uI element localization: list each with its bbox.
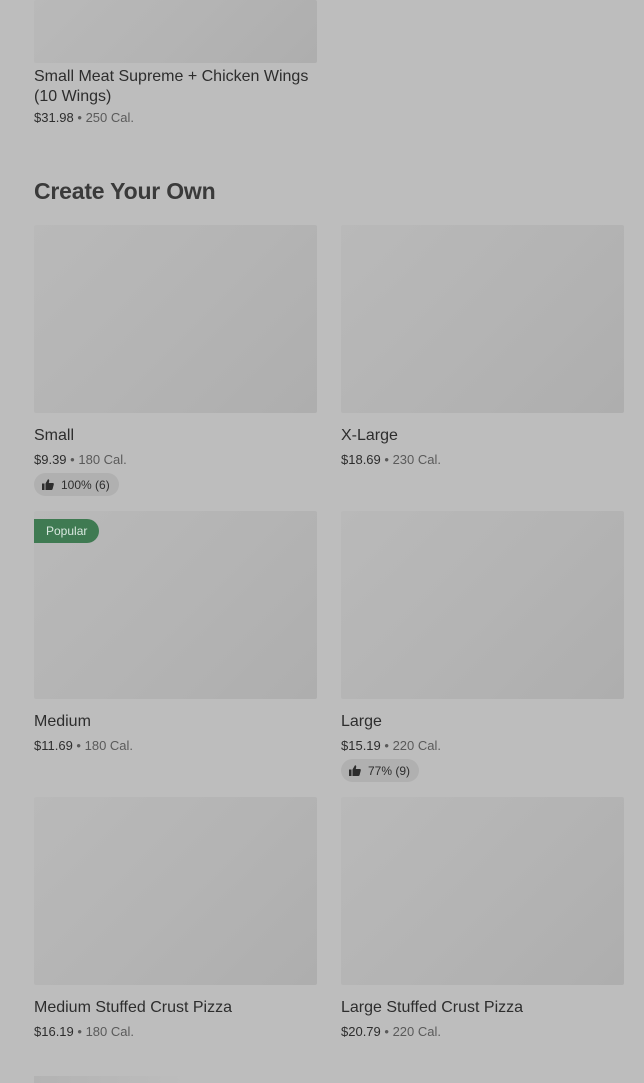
menu-item-meta: $15.19 • 220 Cal. — [341, 738, 624, 753]
menu-item-image[interactable] — [34, 225, 317, 413]
menu-item-price: $20.79 — [341, 1024, 381, 1039]
menu-item-price: $16.19 — [34, 1024, 74, 1039]
rating-text: 100% (6) — [61, 477, 110, 492]
menu-item-card[interactable]: X-Large $18.69 • 230 Cal. — [341, 225, 624, 467]
menu-item-calories: 230 Cal. — [392, 452, 441, 467]
menu-item-price: $9.39 — [34, 452, 67, 467]
menu-item-image[interactable] — [341, 511, 624, 699]
popular-badge: Popular — [34, 519, 100, 543]
menu-item-price: $15.19 — [341, 738, 381, 753]
menu-item-calories: 180 Cal. — [84, 738, 134, 753]
menu-item-meta: $20.79 • 220 Cal. — [341, 1024, 624, 1039]
meta-separator: • — [77, 1024, 82, 1039]
menu-item-meta: $11.69 • 180 Cal. — [34, 738, 317, 753]
rating-badge: 77% (9) — [341, 759, 420, 782]
menu-item-meta: $16.19 • 180 Cal. — [34, 1024, 317, 1039]
menu-item-calories: 180 Cal. — [85, 1024, 134, 1039]
menu-item-calories: 180 Cal. — [78, 452, 127, 467]
menu-page: Small Meat Supreme + Chicken Wings (10 W… — [0, 0, 644, 1083]
menu-item-name: Large Stuffed Crust Pizza — [341, 999, 524, 1016]
thumbs-up-icon — [349, 765, 361, 776]
menu-item-name: Medium Stuffed Crust Pizza — [34, 999, 233, 1016]
menu-item-image[interactable] — [341, 225, 624, 413]
menu-item-card[interactable]: Popular Medium $11.69 • 180 Cal. — [34, 511, 317, 753]
meta-separator: • — [384, 452, 389, 467]
menu-item-card[interactable]: Large Stuffed Crust Pizza $20.79 • 220 C… — [341, 797, 624, 1039]
meta-separator: • — [384, 1024, 389, 1039]
menu-item-image[interactable] — [341, 797, 624, 985]
menu-item-name: Small — [34, 427, 75, 444]
meta-separator: • — [76, 738, 81, 753]
meta-separator: • — [384, 738, 389, 753]
next-section-title-partial — [34, 1076, 184, 1083]
meta-separator: • — [77, 110, 82, 125]
menu-item-meta: $9.39 • 180 Cal. — [34, 452, 317, 467]
menu-item-image[interactable] — [34, 797, 317, 985]
menu-item-name: Small Meat Supreme + Chicken Wings (10 W… — [34, 68, 309, 105]
menu-item-calories: 250 Cal. — [85, 110, 134, 125]
menu-item-name: Large — [341, 713, 382, 730]
thumbs-up-icon — [42, 479, 54, 490]
menu-item-card[interactable]: Large $15.19 • 220 Cal. 77% (9) — [341, 511, 624, 782]
menu-item-card[interactable]: Small $9.39 • 180 Cal. 100% (6) — [34, 225, 317, 496]
menu-item-price: $31.98 — [34, 110, 74, 125]
menu-item-meta: $18.69 • 230 Cal. — [341, 452, 624, 467]
menu-item-image[interactable] — [34, 0, 317, 63]
menu-item-price: $11.69 — [34, 738, 73, 753]
menu-item-card[interactable]: Small Meat Supreme + Chicken Wings (10 W… — [34, 0, 317, 125]
section-title: Create Your Own — [34, 178, 216, 204]
menu-item-price: $18.69 — [341, 452, 381, 467]
rating-text: 77% (9) — [368, 763, 411, 778]
menu-item-card[interactable]: Medium Stuffed Crust Pizza $16.19 • 180 … — [34, 797, 317, 1039]
menu-item-name: Medium — [34, 713, 91, 730]
menu-item-calories: 220 Cal. — [392, 1024, 441, 1039]
meta-separator: • — [70, 452, 75, 467]
rating-badge: 100% (6) — [34, 473, 119, 496]
menu-item-name: X-Large — [341, 427, 398, 444]
menu-item-meta: $31.98 • 250 Cal. — [34, 110, 317, 125]
menu-item-calories: 220 Cal. — [392, 738, 441, 753]
